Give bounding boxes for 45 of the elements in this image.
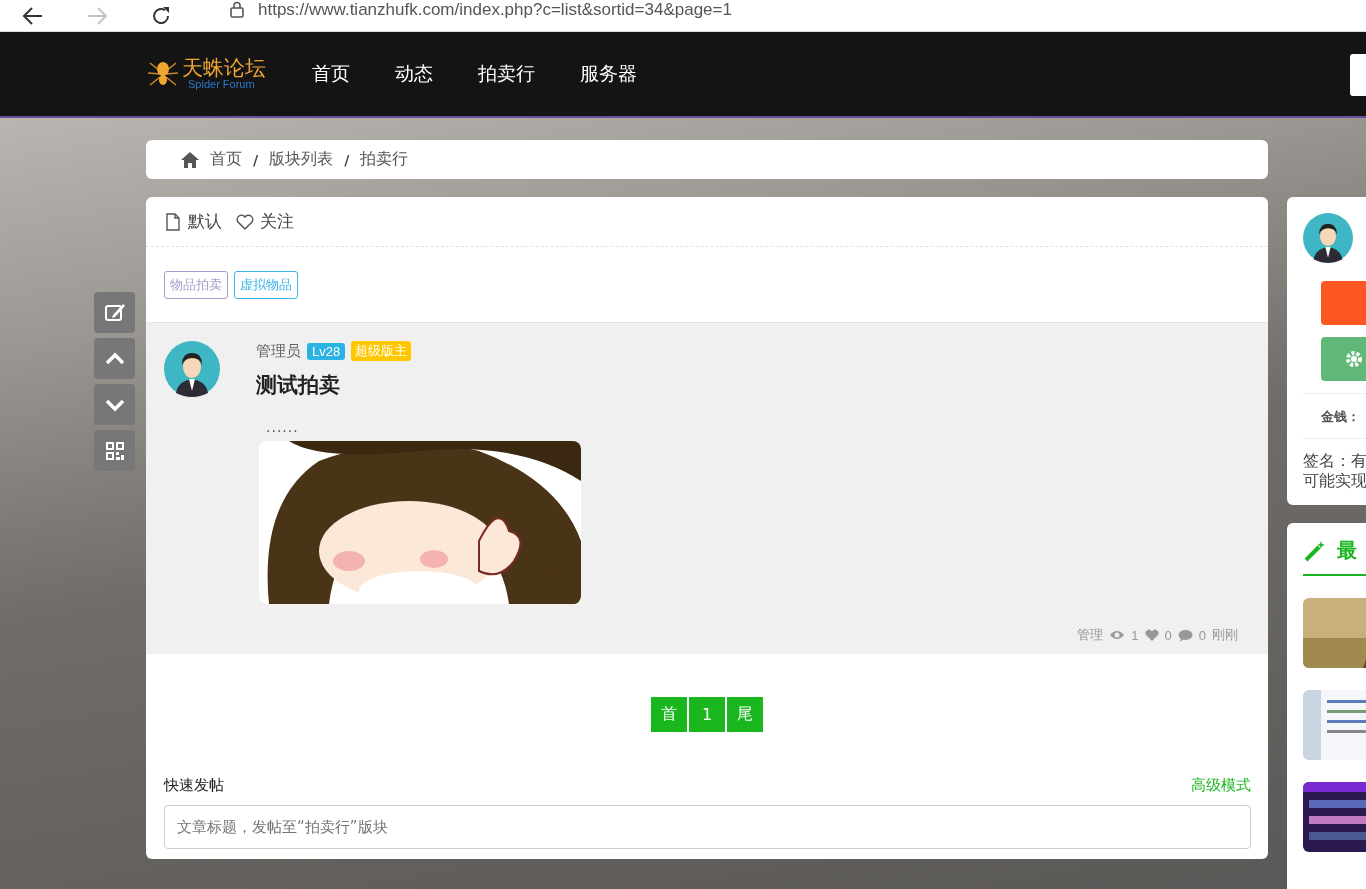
edit-button[interactable] — [94, 292, 135, 333]
url-text: https://www.tianzhufk.com/index.php?c=list&sortid=34&page=1 — [258, 0, 732, 20]
file-icon — [164, 212, 182, 231]
user-avatar — [164, 341, 220, 397]
section-title: 最 — [1337, 537, 1357, 564]
breadcrumb-link[interactable]: 拍卖行 — [360, 149, 409, 170]
author-name: 管理 — [1077, 626, 1104, 644]
reload-icon[interactable] — [150, 4, 172, 27]
comment-count: 0 — [1198, 627, 1206, 643]
money-label: 金钱： — [1303, 393, 1366, 439]
home-icon[interactable] — [180, 150, 200, 169]
view-count: 1 — [1131, 627, 1139, 643]
breadcrumb-separator: / — [253, 151, 259, 168]
author-name[interactable]: 管理员 — [256, 341, 301, 361]
nav-link[interactable]: 动态 — [395, 57, 433, 91]
heart-icon — [1144, 628, 1159, 642]
back-icon[interactable] — [22, 4, 44, 27]
qr-code-button[interactable] — [94, 430, 135, 471]
quick-post-title: 快速发帖 — [164, 776, 224, 795]
nav-link[interactable]: 首页 — [312, 57, 350, 91]
logo-title[interactable]: 天蛛论坛 — [182, 58, 266, 79]
comment-icon — [1177, 628, 1193, 642]
role-badge: 超级版主 — [351, 341, 412, 361]
sort-tab[interactable]: 关注 — [236, 210, 294, 233]
breadcrumb-link[interactable]: 首页 — [210, 149, 242, 170]
down-button[interactable] — [94, 384, 135, 425]
title-input-field[interactable]: 文章标题，发帖至“拍卖行”版块 — [164, 805, 1251, 849]
nav-link[interactable]: 服务器 — [580, 57, 637, 91]
user-avatar — [1303, 213, 1353, 263]
logo-subtitle: Spider Forum — [188, 79, 256, 90]
post-excerpt: ...... — [266, 419, 300, 435]
post-time: 刚刚 — [1212, 626, 1238, 644]
level-badge: Lv28 — [307, 342, 346, 360]
breadcrumb-separator: / — [344, 151, 350, 168]
post-title[interactable]: 测试拍卖 — [256, 371, 1250, 399]
eye-icon — [1109, 629, 1126, 641]
signature-text: 签名：有 可能实现 — [1303, 451, 1366, 491]
lock-icon — [230, 1, 244, 18]
sort-tab[interactable]: 默认 — [164, 210, 222, 233]
breadcrumb-link[interactable]: 版块列表 — [269, 149, 334, 170]
gear-icon — [1345, 350, 1363, 368]
heart-icon — [236, 212, 254, 231]
up-button[interactable] — [94, 338, 135, 379]
nav-link[interactable]: 拍卖行 — [478, 57, 535, 91]
like-count: 0 — [1164, 627, 1172, 643]
